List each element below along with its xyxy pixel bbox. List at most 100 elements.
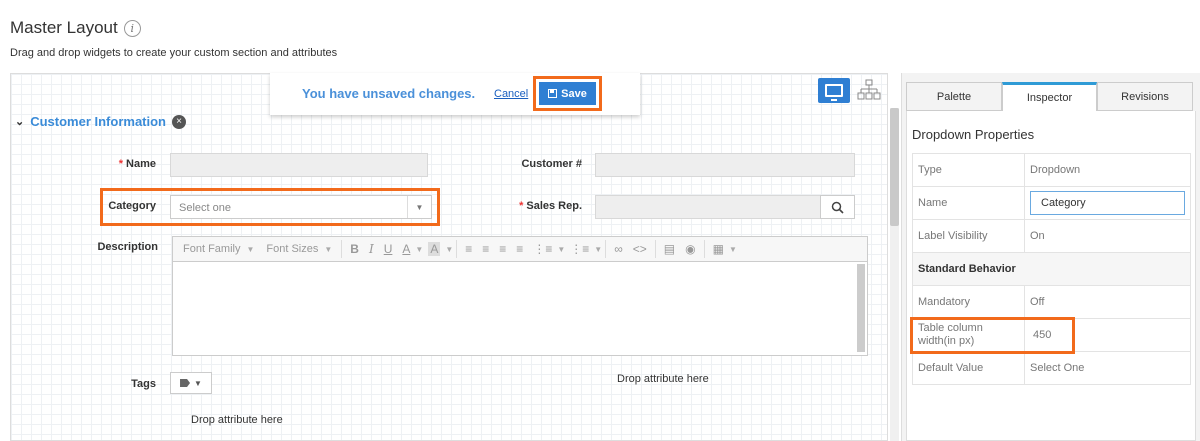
align-right-icon[interactable]: ≡ [494,242,511,256]
name-label: * Name [80,158,156,170]
property-value[interactable]: 450 [1024,318,1191,352]
sales-rep-search-button[interactable] [820,195,855,219]
toolbar-divider [456,240,458,258]
category-select[interactable]: Select one ▼ [170,195,432,219]
sales-rep-label: * Sales Rep. [500,200,582,212]
caret-down-icon[interactable]: ▼ [407,196,431,218]
name-label-text: Name [126,158,156,170]
section-header[interactable]: ⌄ Customer Information × [15,114,187,129]
background-color-icon[interactable]: A [423,242,445,256]
required-marker: * [118,158,124,170]
property-row: Default Value Select One [912,351,1191,385]
save-highlight: Save [533,76,602,111]
unsaved-changes-bar: You have unsaved changes. Cancel Save [270,73,640,115]
tab-inspector[interactable]: Inspector [1002,82,1097,111]
caret-down-icon: ▼ [246,244,255,254]
section-title: Customer Information [30,114,167,129]
property-row: Mandatory Off [912,285,1191,319]
customer-number-label: Customer # [521,158,582,170]
category-label: Category [108,200,156,212]
page-subtitle: Drag and drop widgets to create your cus… [10,47,338,59]
name-property-input[interactable] [1030,191,1185,215]
print-icon[interactable]: ▤ [659,242,680,256]
desktop-view-button[interactable] [818,78,850,103]
caret-down-icon: ▼ [194,378,202,388]
font-sizes-dropdown[interactable]: Font Sizes ▼ [260,243,338,255]
description-editor[interactable] [172,262,868,356]
caret-down-icon[interactable]: ▼ [415,245,423,254]
property-section-row: Standard Behavior [912,252,1191,286]
editor-scrollbar[interactable] [857,264,865,352]
property-value[interactable]: On [1024,219,1191,253]
font-sizes-label: Font Sizes [266,243,319,255]
align-left-icon[interactable]: ≡ [460,242,477,256]
caret-down-icon[interactable]: ▼ [594,245,602,254]
tag-icon [180,379,191,387]
property-value[interactable]: Select One [1024,351,1191,385]
property-row: Type Dropdown [912,153,1191,187]
toolbar-divider [654,240,656,258]
property-key: Type [912,153,1025,187]
hierarchy-icon [857,79,881,100]
inspector-panel: Palette Inspector Revisions Dropdown Pro… [901,73,1200,441]
chevron-down-icon[interactable]: ⌄ [15,115,24,128]
property-key: Name [912,186,1025,220]
toolbar-divider [341,240,343,258]
text-color-icon[interactable]: A [397,242,415,256]
description-label: Description [97,241,158,253]
caret-down-icon[interactable]: ▼ [729,245,737,254]
hierarchy-view-button[interactable] [857,79,881,103]
monitor-icon [825,84,843,101]
property-value [1024,186,1191,220]
code-icon[interactable]: <> [628,242,652,256]
panel-tabs: Palette Inspector Revisions [906,82,1193,111]
drop-attribute-right[interactable]: Drop attribute here [617,373,709,385]
table-icon[interactable]: ▦ [708,242,729,256]
align-center-icon[interactable]: ≡ [477,242,494,256]
property-row: Name [912,186,1191,220]
align-justify-icon[interactable]: ≡ [511,242,528,256]
bold-icon[interactable]: B [345,242,364,256]
bullet-list-icon[interactable]: ⋮≡ [528,242,557,256]
tab-palette[interactable]: Palette [906,82,1002,111]
numbered-list-icon[interactable]: ⋮≡ [565,242,594,256]
editor-toolbar: Font Family ▼ Font Sizes ▼ B I U A ▼ A ▼ ≡ ≡… [172,236,868,262]
property-key: Label Visibility [912,219,1025,253]
info-icon[interactable]: i [123,19,141,37]
customer-number-field[interactable] [595,153,855,177]
search-icon [831,201,844,214]
toolbar-divider [703,240,705,258]
category-placeholder: Select one [179,202,231,214]
property-key: Table column width(in px) [912,318,1025,352]
underline-icon[interactable]: U [379,242,398,256]
required-marker: * [519,200,524,212]
font-family-dropdown[interactable]: Font Family ▼ [177,243,260,255]
name-field[interactable] [170,153,428,177]
remove-section-icon[interactable]: × [172,114,187,129]
sales-rep-field[interactable] [595,195,821,219]
drop-attribute-bottom[interactable]: Drop attribute here [191,414,283,426]
property-value[interactable]: Off [1024,285,1191,319]
canvas-scrollbar-thumb[interactable] [890,108,899,226]
tab-revisions[interactable]: Revisions [1097,82,1193,111]
page-title-text: Master Layout [10,18,118,37]
tags-label: Tags [131,378,156,390]
property-row: Label Visibility On [912,219,1191,253]
tags-button[interactable]: ▼ [170,372,212,394]
caret-down-icon[interactable]: ▼ [557,245,565,254]
caret-down-icon[interactable]: ▼ [445,245,453,254]
save-button[interactable]: Save [539,82,596,105]
preview-icon[interactable]: ◉ [680,242,700,256]
unsaved-message: You have unsaved changes. [302,86,476,101]
toolbar-divider [605,240,607,258]
properties-table: Type Dropdown Name Label Visibility On S… [912,153,1191,385]
font-family-label: Font Family [183,243,241,255]
panel-body: Dropdown Properties Type Dropdown Name L… [906,111,1196,441]
property-row: Table column width(in px) 450 [912,318,1191,352]
italic-icon[interactable]: I [364,242,379,256]
cancel-link[interactable]: Cancel [494,88,528,100]
floppy-icon [548,89,558,98]
save-label: Save [561,87,587,100]
link-icon[interactable]: ∞ [609,242,628,256]
canvas-scrollbar[interactable] [890,108,899,441]
